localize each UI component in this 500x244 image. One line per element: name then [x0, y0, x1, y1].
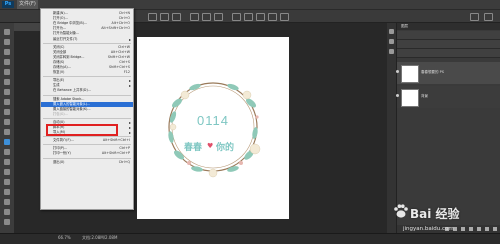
marquee-tool-icon[interactable]	[4, 39, 10, 45]
menu-item[interactable]: 退出(X) Ctrl+Q	[41, 160, 133, 165]
menu-item[interactable]: 打印一份(Y) Alt+Shift+Ctrl+P	[41, 151, 133, 156]
artwork-number: 0114	[197, 113, 229, 128]
menu-item[interactable]: 恢复(V) F12	[41, 70, 133, 75]
menu-separator	[43, 42, 131, 44]
file-menu-dropdown: 新建(N)... Ctrl+N 打开(O)... Ctrl+O 在 Bridge 中浏览…	[40, 8, 134, 210]
shape-tool-icon[interactable]	[4, 199, 10, 205]
distribute-bottom-icon[interactable]	[214, 13, 223, 21]
menu-item-label: 在 Behance 上共享(D)...	[53, 88, 91, 93]
menu-item-label: 最近打开文件(T)	[53, 36, 78, 41]
history-panel-icon[interactable]	[389, 29, 394, 34]
submenu-arrow-icon: ▸	[128, 130, 131, 136]
artwork-caption-left: 春春	[184, 143, 203, 153]
document-canvas[interactable]: 0114 春春 ♥ 你的	[137, 37, 289, 219]
menu-item[interactable]: 最近打开文件(T) ▸	[41, 37, 133, 42]
menu-file[interactable]: 文件(F)	[17, 0, 38, 9]
type-tool-icon[interactable]	[4, 179, 10, 185]
layer-name: 春春想要的 PS	[421, 70, 444, 74]
distribute-middle-icon[interactable]	[202, 13, 211, 21]
adjustment-layer-icon[interactable]	[469, 227, 473, 231]
visibility-eye-icon[interactable]	[396, 94, 399, 97]
zoom-tool-icon[interactable]	[4, 219, 10, 225]
layers-panel-header[interactable]: 图层	[397, 23, 500, 30]
heart-icon: ♥	[207, 142, 214, 150]
menu-item-label: 打印一份(Y)	[53, 151, 71, 156]
layer-thumbnail	[401, 89, 419, 107]
layer-row[interactable]: 背景	[396, 86, 500, 108]
hand-tool-icon[interactable]	[4, 209, 10, 215]
arrange-icon[interactable]	[232, 13, 241, 21]
eyedropper-icon[interactable]	[4, 79, 10, 85]
menu-separator	[43, 94, 131, 96]
path-select-icon[interactable]	[4, 189, 10, 195]
mode-3d-icon[interactable]	[244, 13, 253, 21]
layers-blend-row	[397, 40, 500, 49]
brush-tool-icon[interactable]	[4, 99, 10, 105]
history-brush-icon[interactable]	[4, 119, 10, 125]
layers-tab-label: 图层	[401, 24, 408, 28]
healing-brush-icon[interactable]	[4, 89, 10, 95]
menu-separator	[43, 157, 131, 159]
watermark-url: jingyan.baidu.com	[403, 226, 454, 232]
layers-lock-row	[397, 49, 500, 58]
align-center-icon[interactable]	[160, 13, 169, 21]
menu-item-shortcut: F12	[123, 70, 130, 75]
menu-item-label: 打包(G)...	[53, 111, 68, 116]
trash-icon[interactable]	[493, 227, 497, 231]
panel-icon-strip	[387, 23, 397, 233]
mask-icon[interactable]	[461, 227, 465, 231]
magic-wand-icon[interactable]	[4, 59, 10, 65]
paw-logo-icon	[394, 204, 408, 218]
new-layer-icon[interactable]	[485, 227, 489, 231]
wreath-artwork	[168, 82, 261, 178]
align-right-icon[interactable]	[172, 13, 181, 21]
photoshop-logo: Ps	[2, 1, 14, 8]
status-bar	[0, 233, 500, 244]
artwork-caption-right: 你的	[216, 143, 235, 153]
layer-row[interactable]: 春春想要的 PS	[396, 62, 500, 84]
rotate-3d-icon[interactable]	[256, 13, 265, 21]
highlight-annotation-box	[46, 124, 118, 136]
blur-tool-icon[interactable]	[4, 149, 10, 155]
menu-item-shortcut: Alt+Shift+Ctrl+P	[101, 151, 130, 156]
menu-item-shortcut: Ctrl+Q	[118, 159, 130, 164]
gradient-tool-icon[interactable]	[4, 139, 10, 145]
adjustments-panel-icon[interactable]	[389, 49, 394, 54]
distribute-top-icon[interactable]	[190, 13, 199, 21]
document-size-info: 文档:2.08M/2.08M	[82, 235, 118, 240]
menu-item: 打包(G)...	[41, 112, 133, 117]
layers-filter-row	[397, 31, 500, 40]
search-icon[interactable]	[470, 13, 479, 21]
menu-item-shortcut: Alt+Shift+Ctrl+I	[102, 138, 130, 143]
dodge-tool-icon[interactable]	[4, 159, 10, 165]
clone-stamp-icon[interactable]	[4, 109, 10, 115]
menu-item-label: 退出(X)	[53, 159, 65, 164]
watermark-brand: Bai 经验	[410, 207, 460, 221]
menu-item[interactable]: 在 Behance 上共享(D)...	[41, 88, 133, 93]
eraser-tool-icon[interactable]	[4, 129, 10, 135]
move-tool-icon[interactable]	[4, 29, 10, 35]
layer-name: 背景	[421, 94, 428, 98]
align-left-icon[interactable]	[148, 13, 157, 21]
menu-separator	[43, 117, 131, 119]
pan-3d-icon[interactable]	[268, 13, 277, 21]
crop-tool-icon[interactable]	[4, 69, 10, 75]
zoom-level[interactable]: 66.7%	[58, 235, 71, 240]
visibility-eye-icon[interactable]	[396, 70, 399, 73]
layer-thumbnail	[401, 65, 419, 83]
menu-item[interactable]: 文件简介(F)... Alt+Shift+Ctrl+I	[41, 138, 133, 143]
menu-item-label: 恢复(V)	[53, 70, 65, 75]
properties-panel-icon[interactable]	[389, 39, 394, 44]
lasso-tool-icon[interactable]	[4, 49, 10, 55]
submenu-arrow-icon: ▸	[128, 36, 131, 42]
slide-3d-icon[interactable]	[280, 13, 289, 21]
group-icon[interactable]	[477, 227, 481, 231]
workspace-icon[interactable]	[484, 13, 493, 21]
menu-item-label: 文件简介(F)...	[53, 138, 74, 143]
tools-panel	[0, 23, 15, 233]
pen-tool-icon[interactable]	[4, 169, 10, 175]
